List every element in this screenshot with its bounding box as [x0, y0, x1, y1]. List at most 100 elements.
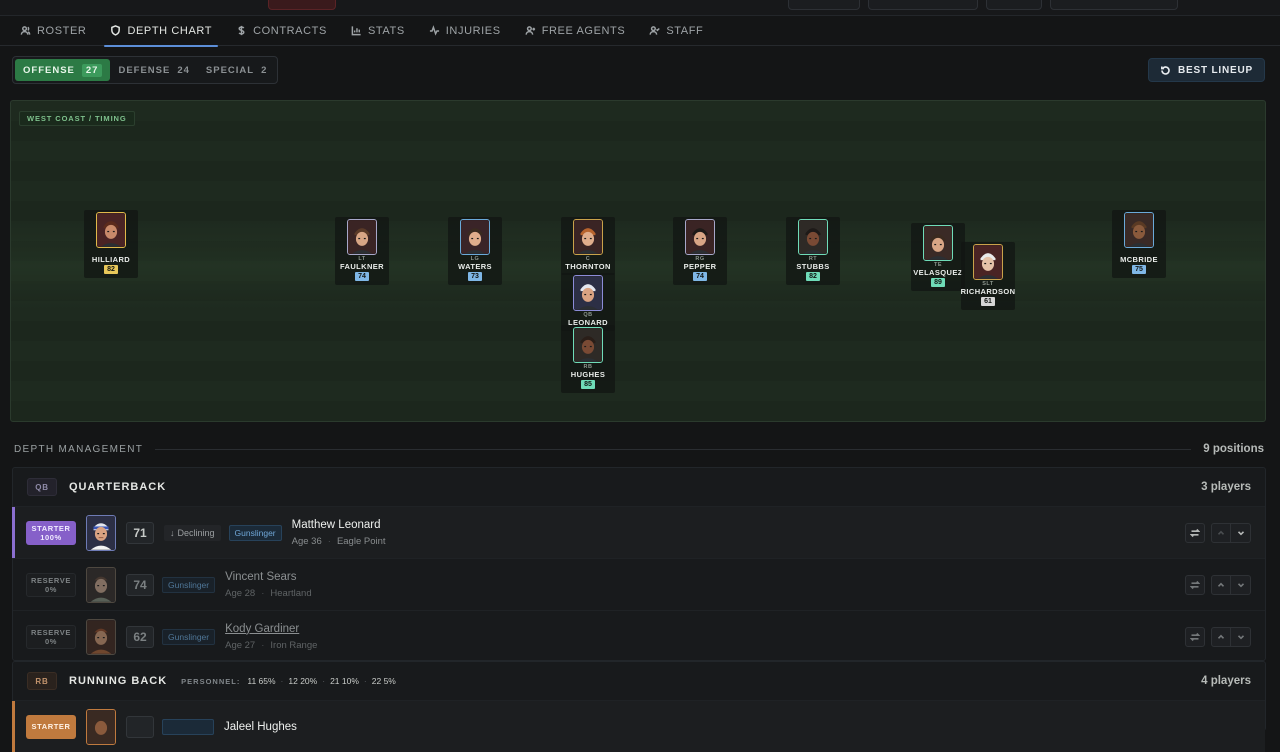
move-down-button[interactable]	[1231, 523, 1251, 543]
personnel-label: PERSONNEL:	[181, 676, 241, 686]
player-name: VELASQUEZ	[913, 268, 963, 277]
field-player-card[interactable]: TE VELASQUEZ 89	[911, 223, 965, 291]
depth-row[interactable]: RESERVE 0% 62 Gunslinger Kody Gardiner A…	[13, 610, 1265, 662]
field-player-card[interactable]: RB HUGHES 85	[561, 325, 615, 393]
player-name[interactable]: Vincent Sears	[225, 571, 312, 583]
position-chip: RB	[27, 672, 57, 690]
player-name: WATERS	[458, 262, 492, 271]
move-up-button[interactable]	[1211, 523, 1231, 543]
users-icon	[20, 26, 31, 35]
top-bar-button[interactable]	[268, 0, 336, 10]
move-down-button[interactable]	[1231, 575, 1251, 595]
field-player-card[interactable]: SLT RICHARDSON 61	[961, 242, 1015, 310]
player-name[interactable]: Jaleel Hughes	[224, 721, 297, 733]
player-name[interactable]: Matthew Leonard	[292, 519, 386, 531]
depth-row[interactable]: RESERVE 0% 74 Gunslinger Vincent Sears A…	[13, 558, 1265, 610]
avatar	[573, 275, 603, 311]
role-badge: STARTER	[26, 714, 76, 739]
tab-label: STATS	[367, 24, 405, 37]
tab-roster[interactable]: ROSTER	[14, 19, 92, 43]
meta-separator: ·	[261, 639, 265, 651]
top-bar-button[interactable]	[1050, 0, 1178, 10]
chevron-down-icon	[1237, 583, 1244, 588]
avatar	[573, 219, 603, 255]
rating-badge: 73	[468, 272, 482, 281]
field-player-card[interactable]: C THORNTON	[561, 217, 615, 275]
snap-percent: 0%	[44, 584, 58, 594]
qb-group: QB QUARTERBACK 3 players STARTER 100% 71…	[12, 467, 1266, 661]
field-player-card[interactable]: RG PEPPER 74	[673, 217, 727, 285]
top-bar-button[interactable]	[986, 0, 1042, 10]
player-name: MCBRIDE	[1120, 255, 1158, 264]
defense-label: DEFENSE	[118, 64, 171, 76]
trend-down-icon: ↓	[170, 527, 175, 538]
rating-badge: 82	[104, 265, 118, 274]
player-name: HUGHES	[570, 370, 606, 379]
player-name[interactable]: Kody Gardiner	[225, 623, 317, 635]
rating-badge: 85	[581, 380, 595, 389]
depth-row[interactable]: STARTER 100% 71 ↓ Declining Gunslinger Ma…	[12, 506, 1265, 558]
role-badge: RESERVE 0%	[26, 624, 76, 649]
player-info: Kody Gardiner Age 27 · Iron Range	[225, 623, 317, 651]
personnel-value: 21 10%	[330, 676, 359, 686]
personnel-breakdown: PERSONNEL: 11 65% · 12 20% · 21 10% · 22 5%	[181, 676, 396, 686]
user-check-icon	[649, 26, 661, 35]
tab-free-agents[interactable]: FREE AGENTS	[519, 19, 632, 43]
defense-count: 24	[177, 64, 190, 76]
avatar	[573, 327, 603, 363]
field-player-card[interactable]: RT STUBBS 82	[786, 217, 840, 285]
field-player-card[interactable]: LT FAULKNER 74	[335, 217, 389, 285]
avatar	[923, 225, 953, 261]
user-plus-icon	[525, 26, 535, 35]
top-bar-button[interactable]	[868, 0, 978, 10]
player-age: Age 27	[225, 639, 256, 651]
tab-stats[interactable]: STATS	[345, 19, 411, 43]
depth-row[interactable]: STARTER Jaleel Hughes	[12, 700, 1265, 752]
field-player-card[interactable]: MCBRIDE 75	[1112, 210, 1166, 278]
pulse-icon	[429, 25, 439, 36]
depth-management-header: DEPTH MANAGEMENT 9 positions	[14, 441, 1264, 457]
best-lineup-button[interactable]: BEST LINEUP	[1148, 58, 1265, 82]
depth-management-title: DEPTH MANAGEMENT	[14, 443, 144, 455]
main-nav: ROSTER DEPTH CHART CONTRACTS STATS INJUR…	[0, 16, 1280, 47]
tab-staff[interactable]: STAFF	[643, 19, 709, 43]
defense-toggle[interactable]: DEFENSE 24	[110, 59, 197, 81]
tab-depth-chart[interactable]: DEPTH CHART	[104, 19, 218, 47]
special-label: SPECIAL	[205, 64, 255, 76]
swap-icon	[1190, 528, 1200, 538]
bar-chart-icon	[351, 26, 361, 36]
tab-contracts[interactable]: CONTRACTS	[230, 19, 333, 43]
field-player-card[interactable]: LG WATERS 73	[448, 217, 502, 285]
archetype-badge: Gunslinger	[162, 576, 216, 593]
rating-badge: 74	[355, 272, 369, 281]
positions-count: 9 positions	[1203, 443, 1264, 455]
swap-icon	[1190, 632, 1200, 642]
special-toggle[interactable]: SPECIAL 2	[198, 59, 275, 81]
swap-button[interactable]	[1185, 627, 1205, 647]
swap-button[interactable]	[1185, 523, 1205, 543]
move-up-button[interactable]	[1211, 627, 1231, 647]
divider	[155, 448, 1192, 450]
row-actions	[1185, 627, 1251, 647]
archetype-badge: Gunslinger	[162, 628, 216, 645]
tab-label: CONTRACTS	[253, 24, 327, 37]
role-label: RESERVE	[31, 627, 71, 637]
move-up-button[interactable]	[1211, 575, 1231, 595]
swap-button[interactable]	[1185, 575, 1205, 595]
top-bar-button[interactable]	[788, 0, 860, 10]
player-info: Jaleel Hughes	[224, 721, 297, 733]
chevron-up-icon	[1217, 530, 1225, 535]
player-name: FAULKNER	[339, 262, 385, 271]
offense-toggle[interactable]: OFFENSE 27	[15, 59, 111, 81]
tab-injuries[interactable]: INJURIES	[423, 19, 507, 43]
group-header[interactable]: RB RUNNING BACK PERSONNEL: 11 65% · 12 20…	[13, 662, 1265, 700]
player-age: Age 28	[225, 587, 256, 599]
group-header[interactable]: QB QUARTERBACK 3 players	[13, 468, 1265, 506]
snap-percent: 100%	[40, 532, 62, 542]
rating-badge: 75	[1132, 265, 1146, 274]
avatar	[86, 708, 116, 745]
separator: ·	[322, 676, 326, 686]
field-player-card[interactable]: HILLIARD 82	[84, 210, 138, 278]
move-down-button[interactable]	[1231, 627, 1251, 647]
field-player-card[interactable]: QB LEONARD	[561, 273, 615, 331]
